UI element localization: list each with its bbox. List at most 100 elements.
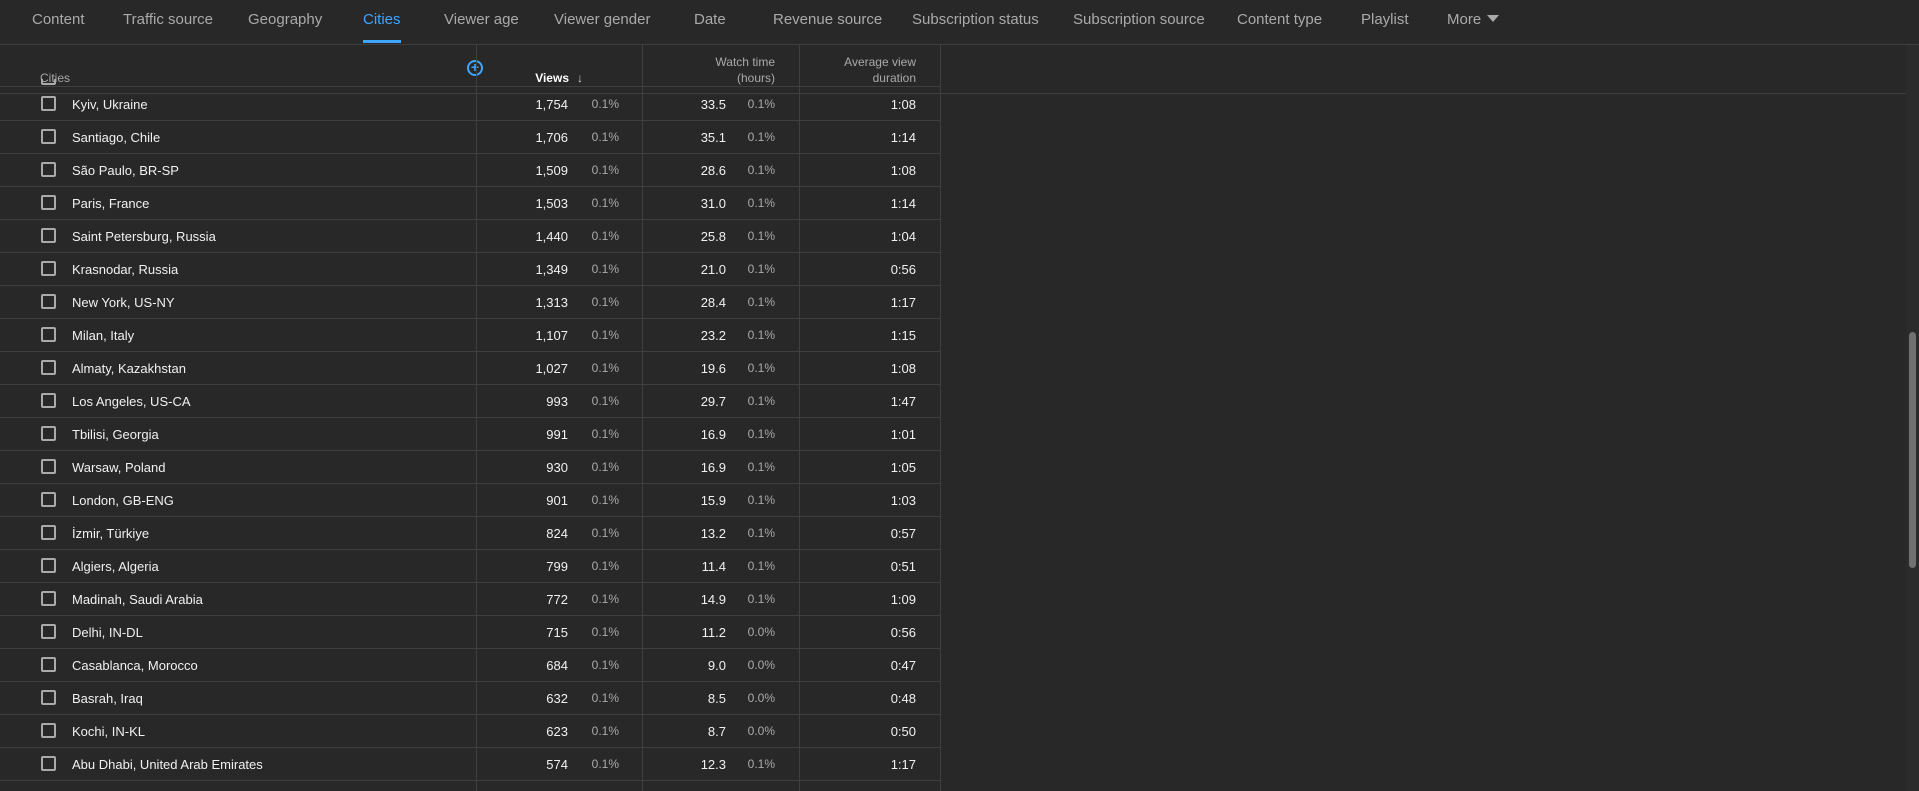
average-view-duration-value: 1:47 bbox=[890, 394, 916, 409]
city-name: Krasnodar, Russia bbox=[72, 262, 179, 277]
table-row[interactable]: Saint Petersburg, Russia 1,440 0.1% 25.8 0.1… bbox=[0, 220, 940, 253]
views-value: 1,754 bbox=[535, 97, 568, 112]
column-divider bbox=[940, 45, 941, 791]
tab-content[interactable]: Content bbox=[32, 0, 85, 42]
row-checkbox[interactable] bbox=[41, 327, 56, 342]
row-checkbox[interactable] bbox=[41, 492, 56, 507]
table-row[interactable]: İzmir, Türkiye 824 0.1% 13.2 0.1% 0:57 bbox=[0, 517, 940, 550]
row-checkbox[interactable] bbox=[41, 690, 56, 705]
table-row[interactable]: Warsaw, Poland 930 0.1% 16.9 0.1% 1:05 bbox=[0, 451, 940, 484]
views-percent: 0.1% bbox=[591, 691, 619, 705]
watch-time-value: 21.0 bbox=[700, 262, 726, 277]
caret-down-icon bbox=[1487, 15, 1500, 22]
tab-playlist[interactable]: Playlist bbox=[1361, 0, 1409, 42]
table-row[interactable]: São Paulo, BR-SP 1,509 0.1% 28.6 0.1% 1:08 bbox=[0, 154, 940, 187]
tab-content-type[interactable]: Content type bbox=[1237, 0, 1322, 42]
watch-time-percent: 0.1% bbox=[747, 196, 775, 210]
views-value: 1,107 bbox=[535, 328, 568, 343]
row-checkbox[interactable] bbox=[41, 96, 56, 111]
views-value: 1,503 bbox=[535, 196, 568, 211]
tab-viewer-age[interactable]: Viewer age bbox=[444, 0, 519, 42]
tab-traffic-source[interactable]: Traffic source bbox=[123, 0, 213, 42]
views-percent: 0.1% bbox=[591, 757, 619, 771]
table-row[interactable]: Basrah, Iraq 632 0.1% 8.5 0.0% 0:48 bbox=[0, 682, 940, 715]
row-checkbox[interactable] bbox=[41, 360, 56, 375]
city-name: İzmir, Türkiye bbox=[72, 526, 150, 541]
watch-time-percent: 0.1% bbox=[747, 526, 775, 540]
views-value: 1,706 bbox=[535, 130, 568, 145]
row-checkbox[interactable] bbox=[41, 723, 56, 738]
watch-time-percent: 0.1% bbox=[747, 559, 775, 573]
city-name: Kochi, IN-KL bbox=[72, 724, 145, 739]
average-view-duration-value: 0:57 bbox=[890, 526, 916, 541]
row-checkbox[interactable] bbox=[41, 459, 56, 474]
city-name: Milan, Italy bbox=[72, 328, 135, 343]
row-checkbox[interactable] bbox=[41, 591, 56, 606]
tab-revenue-source[interactable]: Revenue source bbox=[773, 0, 882, 42]
table-row[interactable]: Krasnodar, Russia 1,349 0.1% 21.0 0.1% 0:56 bbox=[0, 253, 940, 286]
views-percent: 0.1% bbox=[591, 163, 619, 177]
checkbox-icon[interactable] bbox=[41, 79, 56, 85]
report-tabs: Content Traffic source Geography Cities … bbox=[0, 0, 1919, 45]
watch-time-value: 25.8 bbox=[700, 229, 726, 244]
average-view-duration-value: 0:47 bbox=[890, 658, 916, 673]
watch-time-value: 8.7 bbox=[707, 724, 726, 739]
table-row[interactable]: Los Angeles, US-CA 993 0.1% 29.7 0.1% 1:47 bbox=[0, 385, 940, 418]
table-row[interactable]: Tbilisi, Georgia 991 0.1% 16.9 0.1% 1:01 bbox=[0, 418, 940, 451]
table-row[interactable]: Delhi, IN-DL 715 0.1% 11.2 0.0% 0:56 bbox=[0, 616, 940, 649]
row-checkbox[interactable] bbox=[41, 195, 56, 210]
tab-date[interactable]: Date bbox=[694, 0, 726, 42]
city-name: Saint Petersburg, Russia bbox=[72, 229, 216, 244]
row-checkbox[interactable] bbox=[41, 624, 56, 639]
row-checkbox[interactable] bbox=[41, 426, 56, 441]
table-row[interactable]: Abu Dhabi, United Arab Emirates 574 0.1% 12… bbox=[0, 748, 940, 781]
table-row[interactable]: Algiers, Algeria 799 0.1% 11.4 0.1% 0:51 bbox=[0, 550, 940, 583]
views-percent: 0.1% bbox=[591, 394, 619, 408]
tab-viewer-gender[interactable]: Viewer gender bbox=[554, 0, 650, 42]
average-view-duration-value: 1:08 bbox=[890, 97, 916, 112]
tab-subscription-status[interactable]: Subscription status bbox=[912, 0, 1039, 42]
table-row[interactable]: Madinah, Saudi Arabia 772 0.1% 14.9 0.1% 1:09 bbox=[0, 583, 940, 616]
watch-time-value: 19.6 bbox=[700, 361, 726, 376]
views-value: 574 bbox=[546, 757, 568, 772]
row-checkbox[interactable] bbox=[41, 129, 56, 144]
city-name: Delhi, IN-DL bbox=[72, 625, 143, 640]
table-row[interactable]: Paris, France 1,503 0.1% 31.0 0.1% 1:14 bbox=[0, 187, 940, 220]
scrollbar-thumb[interactable] bbox=[1909, 332, 1916, 568]
city-name: Paris, France bbox=[72, 196, 150, 211]
city-name: São Paulo, BR-SP bbox=[72, 163, 179, 178]
views-percent: 0.1% bbox=[591, 130, 619, 144]
row-checkbox[interactable] bbox=[41, 525, 56, 540]
table-row[interactable]: Casablanca, Morocco 684 0.1% 9.0 0.0% 0:47 bbox=[0, 649, 940, 682]
row-checkbox[interactable] bbox=[41, 756, 56, 771]
views-value: 632 bbox=[546, 691, 568, 706]
watch-time-value: 28.6 bbox=[700, 163, 726, 178]
row-checkbox[interactable] bbox=[41, 393, 56, 408]
watch-time-value: 23.2 bbox=[700, 328, 726, 343]
tab-geography[interactable]: Geography bbox=[248, 0, 322, 42]
average-view-duration-value: 0:56 bbox=[890, 262, 916, 277]
table-row[interactable]: Santiago, Chile 1,706 0.1% 35.1 0.1% 1:14 bbox=[0, 121, 940, 154]
tab-more[interactable]: More bbox=[1447, 0, 1500, 42]
table-row[interactable]: New York, US-NY 1,313 0.1% 28.4 0.1% 1:17 bbox=[0, 286, 940, 319]
average-view-duration-value: 1:09 bbox=[890, 592, 916, 607]
table-row[interactable]: Kyiv, Ukraine 1,754 0.1% 33.5 0.1% 1:08 bbox=[0, 88, 940, 121]
row-checkbox[interactable] bbox=[41, 294, 56, 309]
views-percent: 0.1% bbox=[591, 427, 619, 441]
table-row[interactable]: London, GB-ENG 901 0.1% 15.9 0.1% 1:03 bbox=[0, 484, 940, 517]
row-checkbox[interactable] bbox=[41, 228, 56, 243]
tab-cities[interactable]: Cities bbox=[363, 0, 401, 43]
views-percent: 0.1% bbox=[591, 295, 619, 309]
views-value: 1,313 bbox=[535, 295, 568, 310]
table-row[interactable]: Milan, Italy 1,107 0.1% 23.2 0.1% 1:15 bbox=[0, 319, 940, 352]
table-row[interactable]: Kochi, IN-KL 623 0.1% 8.7 0.0% 0:50 bbox=[0, 715, 940, 748]
tab-subscription-source[interactable]: Subscription source bbox=[1073, 0, 1205, 42]
row-checkbox[interactable] bbox=[41, 558, 56, 573]
views-percent: 0.1% bbox=[591, 229, 619, 243]
row-checkbox[interactable] bbox=[41, 162, 56, 177]
table-row[interactable]: Almaty, Kazakhstan 1,027 0.1% 19.6 0.1% 1:08 bbox=[0, 352, 940, 385]
row-checkbox[interactable] bbox=[41, 657, 56, 672]
views-percent: 0.1% bbox=[591, 625, 619, 639]
row-checkbox[interactable] bbox=[41, 261, 56, 276]
city-name: Santiago, Chile bbox=[72, 130, 161, 145]
